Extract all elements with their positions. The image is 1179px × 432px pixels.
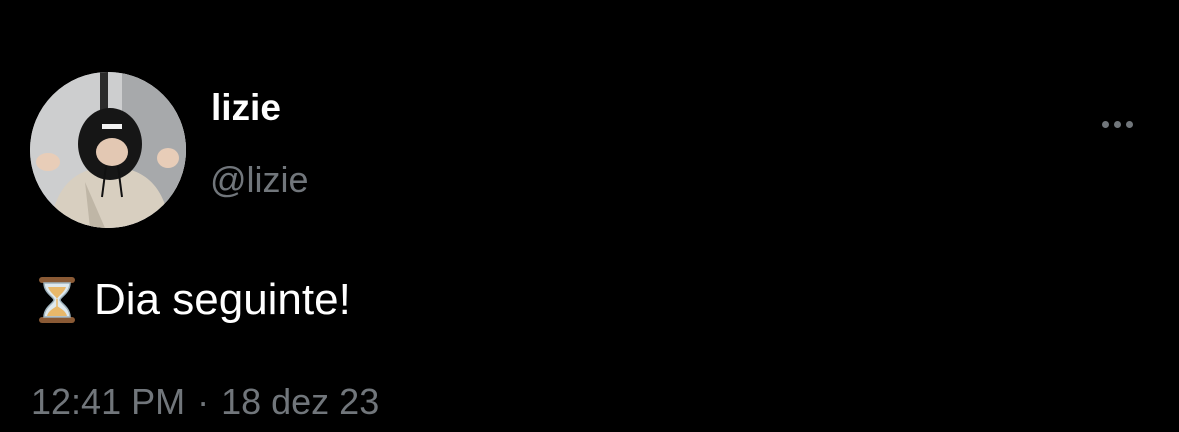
tweet-time: 12:41 PM	[31, 381, 186, 422]
avatar[interactable]	[30, 72, 186, 228]
display-name[interactable]: lizie	[211, 86, 281, 130]
more-dots-icon	[1101, 120, 1109, 128]
tweet-card: lizie @lizie Dia seguinte! 12:41 PM · 18 d…	[0, 0, 1179, 432]
tweet-timestamp[interactable]: 12:41 PM · 18 dez 23	[31, 378, 379, 426]
tweet-text: Dia seguinte!	[36, 272, 351, 328]
hourglass-icon	[36, 275, 78, 325]
tweet-date: 18 dez 23	[221, 381, 380, 422]
tweet-body-text: Dia seguinte!	[94, 275, 351, 324]
more-dots-icon	[1125, 120, 1133, 128]
user-handle[interactable]: @lizie	[210, 158, 309, 202]
more-options-button[interactable]	[1092, 108, 1142, 140]
more-dots-icon	[1113, 120, 1121, 128]
meta-separator: ·	[197, 381, 210, 422]
avatar-photo	[30, 72, 186, 228]
